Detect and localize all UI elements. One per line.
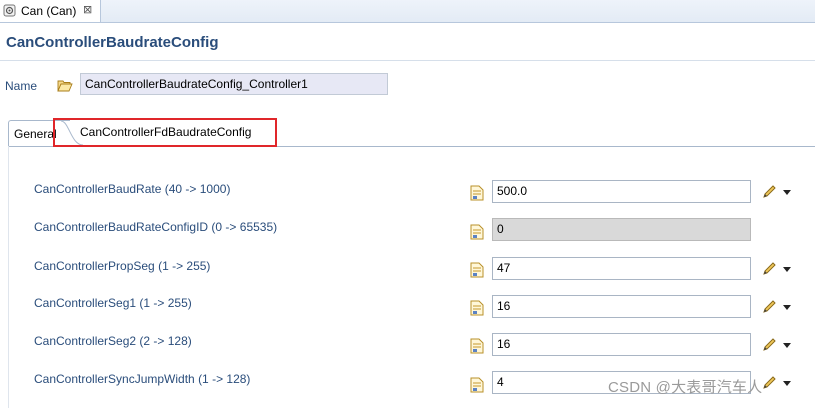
param-value-field[interactable]: 16 <box>492 295 751 318</box>
chevron-down-icon[interactable] <box>783 190 791 195</box>
editor-tab-bar: Can (Can) ⊠ <box>0 0 815 23</box>
pencil-icon[interactable] <box>761 261 777 277</box>
param-value-field-readonly: 0 <box>492 218 751 241</box>
param-value-field[interactable]: 47 <box>492 257 751 280</box>
page-title: CanControllerBaudrateConfig <box>6 34 219 51</box>
chevron-down-icon[interactable] <box>783 305 791 310</box>
chevron-down-icon[interactable] <box>783 343 791 348</box>
param-value-field[interactable]: 500.0 <box>492 180 751 203</box>
param-label: CanControllerPropSeg (1 -> 255) <box>34 259 211 273</box>
chevron-down-icon[interactable] <box>783 267 791 272</box>
pencil-icon[interactable] <box>761 299 777 315</box>
param-label: CanControllerBaudRateConfigID (0 -> 6553… <box>34 220 278 234</box>
param-value-field[interactable]: 16 <box>492 333 751 356</box>
document-icon <box>470 300 484 316</box>
document-icon <box>470 338 484 354</box>
document-icon <box>470 262 484 278</box>
param-label: CanControllerSeg1 (1 -> 255) <box>34 296 192 310</box>
panel-border <box>8 146 9 408</box>
name-field[interactable]: CanControllerBaudrateConfig_Controller1 <box>80 73 388 95</box>
pencil-icon[interactable] <box>761 375 777 391</box>
document-icon <box>470 224 484 240</box>
param-label: CanControllerSeg2 (2 -> 128) <box>34 334 192 348</box>
document-icon <box>470 377 484 393</box>
watermark: CSDN @大表哥汽车人 <box>608 379 763 396</box>
param-label: CanControllerBaudRate (40 -> 1000) <box>34 182 231 196</box>
tab-general-label: General <box>14 127 57 141</box>
pencil-icon[interactable] <box>761 337 777 353</box>
module-icon <box>3 4 16 17</box>
name-label: Name <box>5 79 38 93</box>
editor-tab-label: Can (Can) <box>21 4 77 18</box>
chevron-down-icon[interactable] <box>783 381 791 386</box>
param-label: CanControllerSyncJumpWidth (1 -> 128) <box>34 372 251 386</box>
document-icon <box>470 185 484 201</box>
divider <box>0 60 815 61</box>
editor-tab-can[interactable]: Can (Can) ⊠ <box>0 0 101 22</box>
highlight-annotation <box>53 118 277 147</box>
close-icon[interactable]: ⊠ <box>83 3 92 16</box>
folder-open-icon[interactable] <box>57 79 73 92</box>
pencil-icon[interactable] <box>761 184 777 200</box>
